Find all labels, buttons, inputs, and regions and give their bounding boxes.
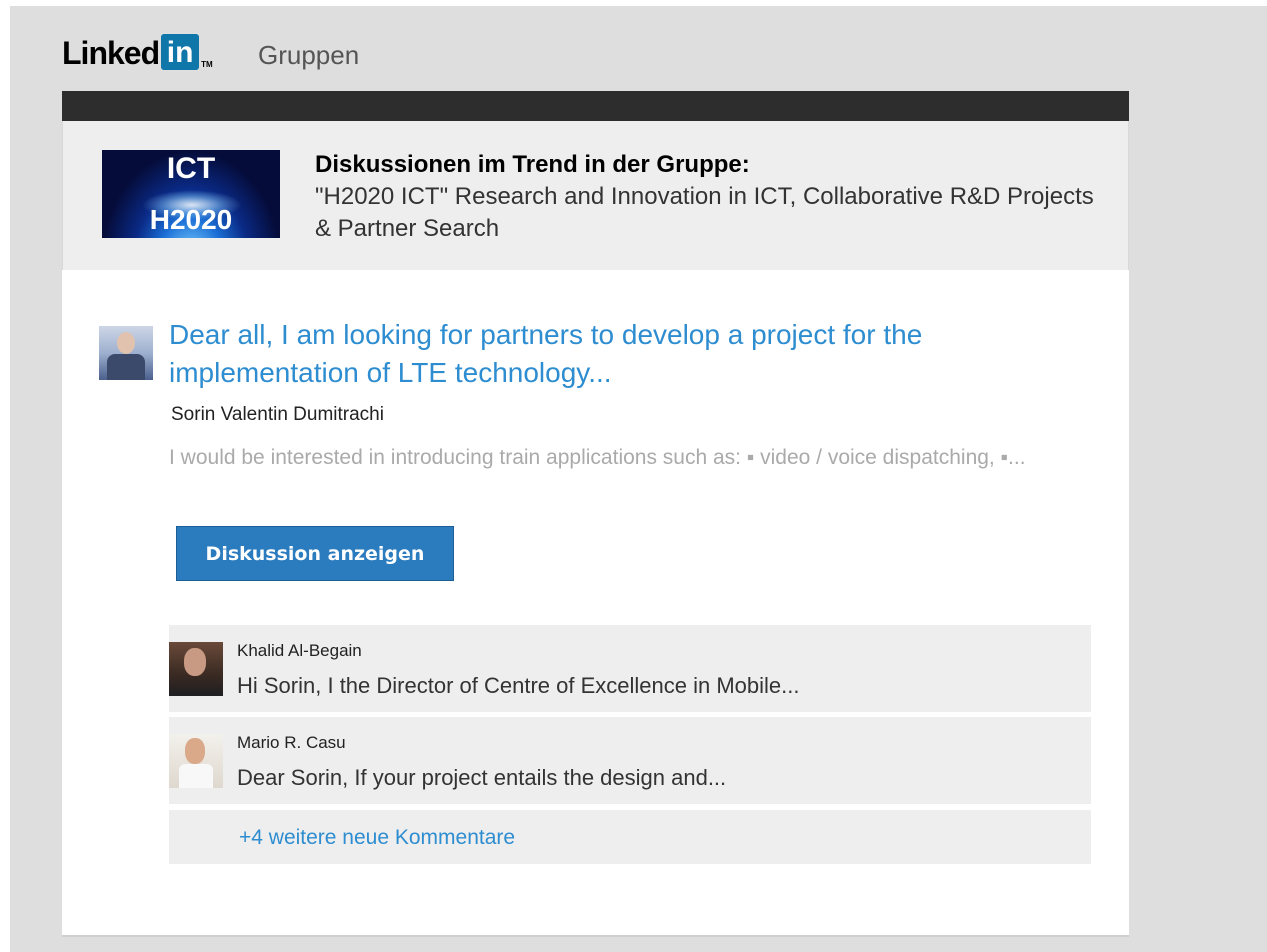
logo-wordmark: Linked [62, 35, 160, 71]
discussion-author[interactable]: Sorin Valentin Dumitrachi [171, 404, 384, 426]
discussion-card: Dear all, I am looking for partners to d… [62, 270, 1129, 937]
commenter-name[interactable]: Mario R. Casu [237, 733, 346, 753]
group-header: ICT H2020 Diskussionen im Trend in der G… [62, 121, 1129, 270]
group-logo-image[interactable]: ICT H2020 [102, 150, 280, 238]
group-logo-bottom-text: H2020 [149, 204, 233, 235]
more-comments-link[interactable]: +4 weitere neue Kommentare [239, 826, 515, 850]
logo-in-box: in [161, 34, 200, 70]
discussion-snippet: I would be interested in introducing tra… [169, 446, 1026, 469]
group-label: Diskussionen im Trend in der Gruppe: [315, 151, 750, 178]
commenter-name[interactable]: Khalid Al-Begain [237, 641, 362, 661]
header-bar [62, 91, 1129, 121]
group-logo-top-text: ICT [166, 152, 216, 185]
comment-item[interactable]: Mario R. Casu Dear Sorin, If your projec… [169, 717, 1091, 804]
commenter-avatar[interactable] [169, 642, 223, 696]
group-title: Diskussionen im Trend in der Gruppe: "H2… [315, 149, 1115, 245]
comment-text: Dear Sorin, If your project entails the … [237, 765, 727, 790]
comment-text: Hi Sorin, I the Director of Centre of Ex… [237, 673, 800, 698]
more-comments-row: +4 weitere neue Kommentare [169, 810, 1091, 864]
logo-trademark: TM [201, 60, 213, 69]
author-avatar[interactable] [99, 326, 153, 380]
linkedin-logo[interactable]: Linked in TM [62, 34, 213, 72]
avatar-head [117, 332, 135, 354]
discussion-title-link[interactable]: Dear all, I am looking for partners to d… [169, 316, 1069, 392]
group-name-link[interactable]: "H2020 ICT" Research and Innovation in I… [315, 181, 1115, 245]
comment-item[interactable]: Khalid Al-Begain Hi Sorin, I the Directo… [169, 625, 1091, 712]
avatar-body [107, 354, 145, 380]
view-discussion-button[interactable]: Diskussion anzeigen [176, 526, 454, 581]
section-title: Gruppen [258, 40, 360, 70]
commenter-avatar[interactable] [169, 734, 223, 788]
